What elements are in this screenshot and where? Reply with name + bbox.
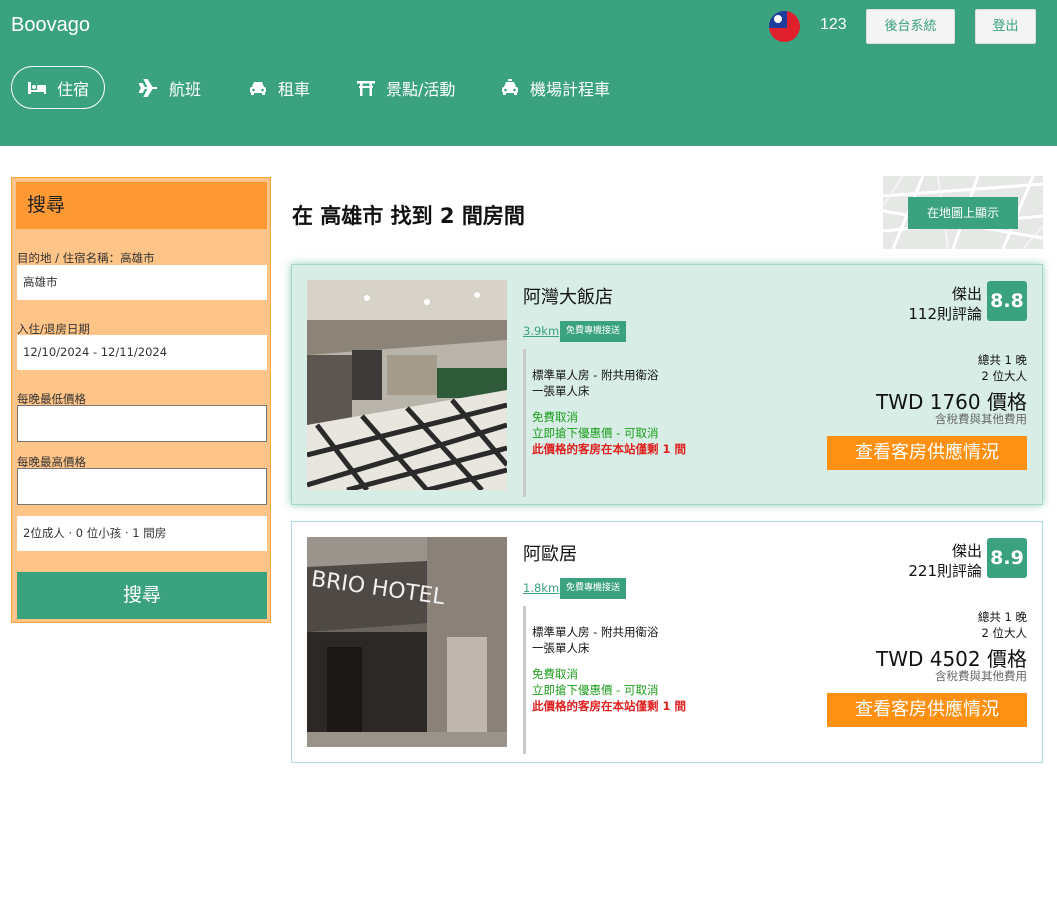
guests-text: 2 位大人 xyxy=(981,369,1027,383)
bed-icon xyxy=(27,78,47,98)
free-cancel-text: 免費取消 xyxy=(532,410,578,424)
rating-word: 傑出 xyxy=(951,285,982,303)
hotel-card[interactable]: 阿灣大飯店 3.9km 免費專機接送 標準單人房 - 附共用衛浴 一張單人床 免… xyxy=(291,264,1043,505)
search-panel-title: 搜尋 xyxy=(16,182,267,229)
check-availability-button[interactable]: 查看客房供應情況 xyxy=(827,436,1027,470)
top-header: Boovago 123 後台系統 登出 住宿 航班 租車 景點/活動 機場計程車 xyxy=(0,0,1057,146)
rating-word: 傑出 xyxy=(951,542,982,560)
taxes-note: 含稅費與其他費用 xyxy=(935,669,1027,683)
guests-text: 2 位大人 xyxy=(981,626,1027,640)
guests-selector[interactable]: 2位成人 · 0 位小孩 · 1 間房 xyxy=(17,516,267,551)
hotel-distance[interactable]: 3.9km xyxy=(523,324,559,338)
logout-button[interactable]: 登出 xyxy=(975,9,1036,44)
tab-flights-label: 航班 xyxy=(169,79,202,99)
tab-flights[interactable]: 航班 xyxy=(138,66,202,109)
room-type: 標準單人房 - 附共用衛浴 xyxy=(532,368,659,382)
nights-text: 總共 1 晚 xyxy=(977,353,1027,367)
car-icon xyxy=(248,78,268,98)
review-count[interactable]: 221則評論 xyxy=(908,560,982,581)
hotel-name[interactable]: 阿灣大飯店 xyxy=(523,283,613,309)
show-on-map-button[interactable]: 在地圖上顯示 xyxy=(908,197,1018,229)
user-id: 123 xyxy=(820,16,847,33)
nights-text: 總共 1 晚 xyxy=(977,610,1027,624)
room-type: 標準單人房 - 附共用衛浴 xyxy=(532,625,659,639)
hotel-name[interactable]: 阿歐居 xyxy=(523,540,577,566)
bed-type: 一張單人床 xyxy=(532,641,590,655)
free-cancel-text: 免費取消 xyxy=(532,667,578,681)
hotel-photo[interactable] xyxy=(307,280,507,490)
room-info: 標準單人房 - 附共用衛浴 一張單人床 免費取消 立即搶下優惠價 - 可取消 此… xyxy=(523,349,698,497)
deal-text: 立即搶下優惠價 - 可取消 xyxy=(532,683,659,697)
score-badge: 8.8 xyxy=(987,281,1027,321)
free-shuttle-badge: 免費專機接送 xyxy=(560,578,627,599)
results-title: 在 高雄市 找到 2 間房間 xyxy=(292,204,525,228)
tab-stays[interactable]: 住宿 xyxy=(11,66,105,109)
review-count[interactable]: 112則評論 xyxy=(908,303,982,324)
hotel-distance[interactable]: 1.8km xyxy=(523,581,559,595)
taiwan-flag-icon[interactable] xyxy=(769,11,800,42)
search-button[interactable]: 搜尋 xyxy=(17,572,267,619)
max-price-input[interactable] xyxy=(17,468,267,505)
hotel-card[interactable]: BRIO HOTEL 阿歐居 1.8km 免費專機接送 標準單人房 - 附共用衛… xyxy=(291,521,1043,763)
destination-label: 目的地 / 住宿名稱：高雄市 xyxy=(17,251,155,265)
tab-airport-taxi-label: 機場計程車 xyxy=(530,79,611,99)
admin-system-button[interactable]: 後台系統 xyxy=(866,9,955,44)
tab-attractions-label: 景點/活動 xyxy=(386,79,456,99)
free-shuttle-badge: 免費專機接送 xyxy=(560,321,627,342)
taxes-note: 含稅費與其他費用 xyxy=(935,412,1027,426)
plane-icon xyxy=(138,78,159,98)
taxi-icon xyxy=(500,78,520,98)
min-price-input[interactable] xyxy=(17,405,267,442)
room-info: 標準單人房 - 附共用衛浴 一張單人床 免費取消 立即搶下優惠價 - 可取消 此… xyxy=(523,606,698,754)
scarcity-text: 此價格的客房在本站僅剩 1 間 xyxy=(532,699,687,713)
scarcity-text: 此價格的客房在本站僅剩 1 間 xyxy=(532,442,687,456)
torii-gate-icon xyxy=(356,78,376,98)
tab-attractions[interactable]: 景點/活動 xyxy=(356,66,455,109)
brand-logo[interactable]: Boovago xyxy=(11,14,90,37)
dates-input[interactable]: 12/10/2024 - 12/11/2024 xyxy=(17,335,267,370)
tab-stays-label: 住宿 xyxy=(57,79,90,99)
destination-input[interactable]: 高雄市 xyxy=(17,265,267,300)
search-panel: 搜尋 目的地 / 住宿名稱：高雄市 高雄市 入住/退房日期 12/10/2024… xyxy=(11,177,271,623)
hotel-photo[interactable]: BRIO HOTEL xyxy=(307,537,507,747)
tab-car-rental[interactable]: 租車 xyxy=(248,66,310,109)
map-preview[interactable]: 在地圖上顯示 xyxy=(883,176,1043,249)
bed-type: 一張單人床 xyxy=(532,384,590,398)
tab-car-rental-label: 租車 xyxy=(278,79,311,99)
tab-airport-taxi[interactable]: 機場計程車 xyxy=(500,66,610,109)
deal-text: 立即搶下優惠價 - 可取消 xyxy=(532,426,659,440)
score-badge: 8.9 xyxy=(987,538,1027,578)
check-availability-button[interactable]: 查看客房供應情況 xyxy=(827,693,1027,727)
